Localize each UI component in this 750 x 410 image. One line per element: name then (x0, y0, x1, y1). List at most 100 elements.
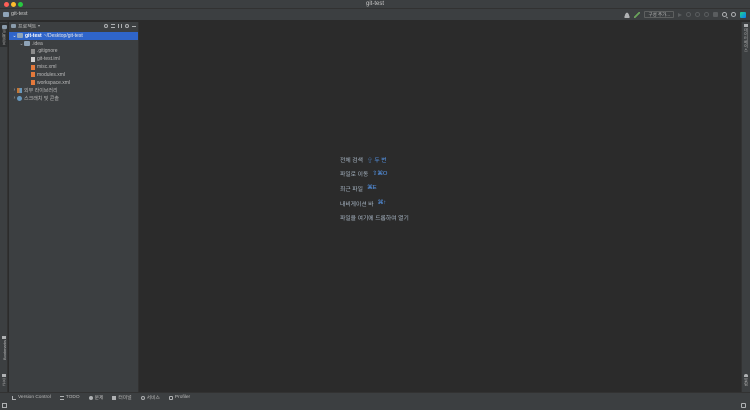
hint-label: 최근 파일 (340, 186, 363, 193)
layout-toggle-icon[interactable] (2, 403, 7, 408)
settings-gear-icon[interactable] (731, 12, 736, 17)
xml-file-icon (31, 64, 35, 70)
editor-hint: 내비게이션 바 ⌘↑ (340, 196, 409, 211)
project-tool-label: 프로젝트 (1, 29, 6, 45)
tree-item[interactable]: workspace.xml (9, 79, 138, 87)
hide-panel-icon[interactable] (132, 25, 136, 27)
search-icon[interactable] (722, 12, 727, 17)
structure-tool-button[interactable]: 구조 (0, 374, 8, 386)
project-tool-window: 프로젝트 ⌄ git-test ~/Desktop/git-test ⌄ .idea .g… (9, 22, 139, 392)
folder-icon (17, 33, 23, 39)
expand-all-icon[interactable] (111, 24, 115, 28)
editor-area[interactable]: 전체 검색 ⇧ 두 번 파일로 이동 ⇧⌘O 최근 파일 ⌘E 내비게이션 바 ⌘↑ 파일을 여… (139, 22, 740, 392)
read-only-lock-icon[interactable] (741, 403, 746, 408)
tool-window-label: TODO (65, 395, 80, 400)
project-folder-icon (3, 11, 9, 17)
project-tool-button[interactable]: 프로젝트 (0, 23, 8, 47)
tree-item[interactable]: ⌄ git-test ~/Desktop/git-test (9, 32, 138, 40)
structure-tool-label: 구조 (1, 378, 6, 386)
profiler-icon (168, 395, 173, 400)
tree-item[interactable]: git-test.iml (9, 55, 138, 63)
iml-file-icon (31, 56, 35, 62)
todo-icon (59, 395, 64, 400)
tree-item-label: git-test.iml (37, 56, 60, 63)
bookmarks-tool-button[interactable]: Bookmarks (0, 336, 8, 360)
chevron-down-icon (38, 25, 41, 27)
tool-window-label: Version Control (18, 395, 51, 400)
folder-icon (24, 41, 30, 47)
run-icon[interactable] (678, 12, 682, 17)
hint-shortcut: ⇧ 두 번 (366, 157, 387, 164)
xml-file-icon (31, 72, 35, 78)
select-opened-file-icon[interactable] (104, 24, 108, 28)
editor-hint: 파일을 여기에 드롭하여 열기 (340, 210, 409, 225)
tree-item[interactable]: › 스크래치 및 콘솔 (9, 94, 138, 102)
tool-window-button[interactable]: 문제 (88, 394, 104, 401)
tree-item[interactable]: misc.xml (9, 63, 138, 71)
tree-item-path: ~/Desktop/git-test (43, 32, 83, 39)
tool-window-bar: Version Control TODO 문제 터미널 서비스 Profiler (0, 392, 750, 402)
tree-item-label: 외부 라이브러리 (24, 87, 58, 94)
database-tool-button[interactable]: 데이터베이스 (742, 24, 750, 52)
tree-item[interactable]: modules.xml (9, 71, 138, 79)
tree-item-label: workspace.xml (37, 79, 71, 86)
tree-item-label: git-test (25, 32, 42, 39)
left-tool-stripe: 프로젝트 Bookmarks 구조 (0, 22, 8, 392)
build-hammer-icon[interactable] (634, 11, 641, 18)
jetbrains-logo-icon[interactable] (740, 11, 746, 18)
status-bar (0, 402, 750, 410)
title-bar: git-test (0, 0, 750, 9)
project-view-selector[interactable]: 프로젝트 (11, 23, 41, 30)
hint-shortcut: ⌘E (366, 185, 377, 192)
gitignore-file-icon (31, 48, 35, 54)
tool-window-label: 문제 (94, 396, 104, 401)
tree-item-label: .gitignore (37, 48, 58, 55)
version-control-icon (12, 395, 16, 400)
tool-window-label: 터미널 (118, 396, 132, 401)
tool-window-button[interactable]: Version Control (12, 395, 51, 400)
editor-hint: 전체 검색 ⇧ 두 번 (340, 152, 409, 167)
bookmarks-tool-label: Bookmarks (1, 340, 7, 361)
hint-shortcut: ⌘↑ (377, 200, 387, 207)
hint-label: 전체 검색 (340, 157, 363, 164)
window-title: git-test (365, 1, 384, 7)
panel-options-gear-icon[interactable] (125, 24, 129, 28)
tree-item-label: misc.xml (37, 64, 57, 71)
hint-label: 파일로 이동 (340, 172, 369, 179)
tool-window-button[interactable]: 터미널 (112, 394, 132, 401)
collapse-all-icon[interactable] (118, 24, 122, 28)
xml-file-icon (31, 80, 35, 86)
navbar-toolbar: 구성 추가... (624, 11, 746, 18)
tree-item[interactable]: .gitignore (9, 48, 138, 56)
project-panel-header: 프로젝트 (9, 22, 138, 30)
editor-hint: 최근 파일 ⌘E (340, 181, 409, 196)
project-tree: ⌄ git-test ~/Desktop/git-test ⌄ .idea .gitign… (9, 32, 138, 102)
debug-icon[interactable] (686, 12, 691, 17)
nav-project-breadcrumb[interactable]: git-test (3, 11, 28, 17)
terminal-icon (112, 395, 117, 400)
coverage-icon[interactable] (695, 12, 700, 17)
tree-item-label: 스크래치 및 콘솔 (24, 95, 59, 102)
tool-window-label: 서비스 (146, 396, 160, 401)
bell-icon (744, 374, 748, 377)
tree-item-label: .idea (32, 40, 43, 47)
profile-icon[interactable] (704, 12, 709, 17)
tree-item[interactable]: ⌄ .idea (9, 40, 138, 48)
tool-window-button[interactable]: 서비스 (140, 394, 160, 401)
database-tool-label: 데이터베이스 (744, 28, 749, 52)
tree-item[interactable]: › 외부 라이브러리 (9, 87, 138, 95)
add-configuration-button[interactable]: 구성 추가... (644, 11, 674, 18)
problems-icon (88, 395, 93, 400)
tool-window-label: Profiler (174, 395, 191, 400)
structure-icon (2, 374, 6, 377)
stop-icon[interactable] (713, 12, 718, 17)
user-icon[interactable] (624, 11, 631, 18)
notifications-tool-button[interactable]: 알림 (742, 374, 750, 386)
tool-window-button[interactable]: Profiler (168, 395, 191, 400)
project-panel-title: 프로젝트 (18, 23, 37, 30)
hint-label: 내비게이션 바 (340, 201, 374, 208)
bookmark-icon (2, 336, 6, 339)
editor-hint: 파일로 이동 ⇧⌘O (340, 167, 409, 182)
tool-window-button[interactable]: TODO (59, 395, 80, 400)
hint-label: 파일을 여기에 드롭하여 열기 (340, 216, 409, 223)
